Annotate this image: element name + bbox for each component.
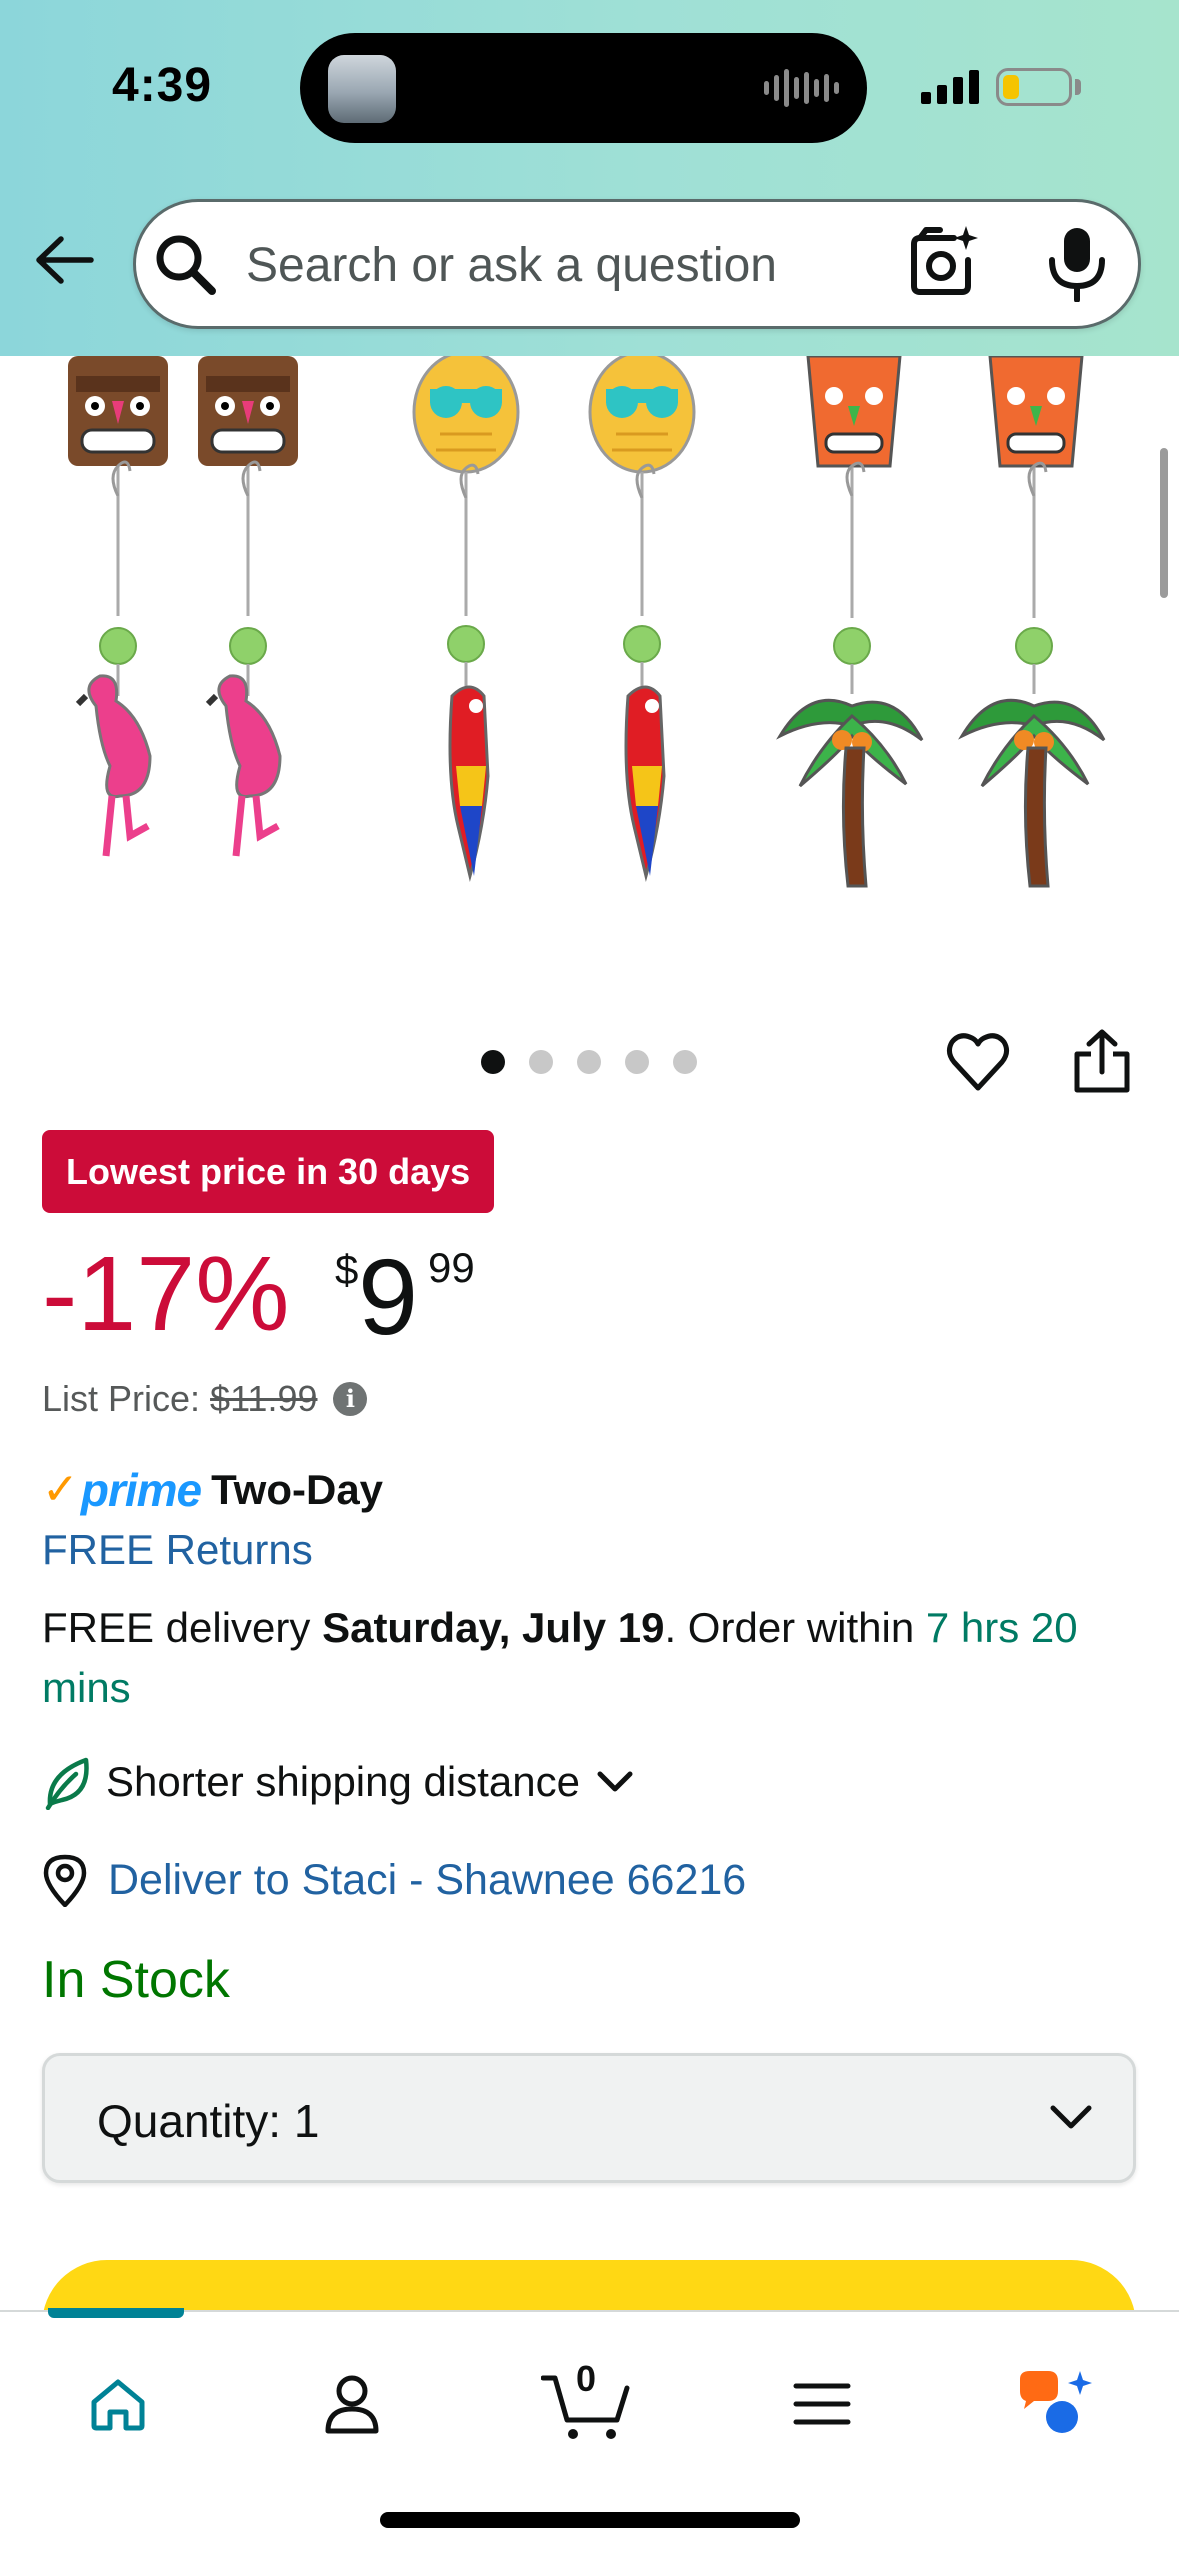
prime-speed: Two-Day bbox=[211, 1466, 384, 1513]
tiki-flamingo-earring-right bbox=[198, 356, 298, 857]
status-time: 4:39 bbox=[112, 59, 213, 112]
list-price-label: List Price: bbox=[42, 1378, 201, 1419]
list-price-row: List Price: $11.99 i bbox=[42, 1378, 368, 1420]
menu-icon bbox=[793, 2383, 851, 2425]
earrings-illustration bbox=[68, 356, 1106, 888]
page-scrollbar[interactable] bbox=[1160, 448, 1168, 598]
now-playing-thumbnail bbox=[328, 55, 396, 123]
dynamic-island bbox=[300, 33, 867, 143]
quantity-value: 1 bbox=[293, 2095, 320, 2147]
info-icon[interactable]: i bbox=[333, 1382, 368, 1416]
carousel-dot[interactable] bbox=[529, 1050, 553, 1074]
tab-menu[interactable] bbox=[772, 2354, 872, 2454]
price-fraction: 99 bbox=[428, 1244, 475, 1291]
battery-icon bbox=[996, 68, 1072, 106]
image-carousel-dots[interactable] bbox=[481, 1050, 697, 1074]
cart-count: 0 bbox=[575, 2358, 597, 2399]
list-price-value: $11.99 bbox=[210, 1378, 318, 1419]
delivery-date: Saturday, July 19 bbox=[322, 1604, 665, 1651]
free-returns-link[interactable]: FREE Returns bbox=[42, 1526, 313, 1574]
shipping-distance-toggle[interactable]: Shorter shipping distance bbox=[42, 1750, 634, 1814]
home-indicator bbox=[380, 2512, 800, 2528]
tab-home[interactable] bbox=[68, 2354, 168, 2454]
tab-rufus[interactable] bbox=[1004, 2354, 1104, 2454]
search-input[interactable] bbox=[246, 232, 866, 298]
prime-check-icon: ✓ bbox=[42, 1465, 79, 1514]
carousel-dot[interactable] bbox=[577, 1050, 601, 1074]
deal-badge: Lowest price in 30 days bbox=[42, 1130, 495, 1213]
tiki-flamingo-earring-left bbox=[68, 356, 168, 857]
share-icon[interactable] bbox=[1071, 1028, 1133, 1094]
cellular-signal-icon bbox=[921, 66, 979, 104]
location-pin-icon bbox=[43, 1854, 87, 1907]
camera-lens-icon[interactable] bbox=[908, 224, 980, 300]
pineapple-parrot-earring-left bbox=[412, 356, 520, 882]
back-button[interactable] bbox=[30, 225, 100, 295]
home-icon bbox=[91, 2379, 145, 2431]
tab-account[interactable] bbox=[302, 2354, 402, 2454]
account-icon bbox=[325, 2375, 379, 2434]
chevron-down-icon bbox=[597, 1771, 633, 1792]
tab-cart[interactable]: 0 bbox=[536, 2354, 636, 2454]
search-icon bbox=[156, 235, 216, 295]
microphone-icon[interactable] bbox=[1044, 224, 1110, 302]
delivery-message: FREE delivery Saturday, July 19. Order w… bbox=[42, 1598, 1142, 1718]
battery-tip bbox=[1075, 79, 1081, 95]
deliver-to-location[interactable]: Deliver to Staci - Shawnee 66216 bbox=[42, 1848, 746, 1912]
quantity-dropdown[interactable]: Quantity: 1 bbox=[42, 2053, 1136, 2183]
audio-waveform-icon bbox=[764, 67, 839, 109]
stock-status: In Stock bbox=[42, 1951, 230, 2009]
shipping-distance-label: Shorter shipping distance bbox=[106, 1758, 580, 1805]
rufus-ai-icon bbox=[1020, 2371, 1092, 2433]
tiki-palm-earring-left bbox=[776, 356, 924, 888]
carousel-dot[interactable] bbox=[625, 1050, 649, 1074]
product-image[interactable] bbox=[0, 356, 1179, 916]
wishlist-heart-icon[interactable] bbox=[946, 1030, 1010, 1094]
quantity-label: Quantity: 1 bbox=[97, 2095, 320, 2147]
tiki-palm-earring-right bbox=[958, 356, 1106, 888]
price-whole: 9 bbox=[358, 1236, 419, 1357]
price-currency-symbol: $ bbox=[335, 1246, 359, 1293]
prime-logo: prime bbox=[80, 1464, 202, 1516]
top-header: 4:39 bbox=[0, 0, 1179, 356]
prime-badge[interactable]: ✓ prime Two-Day bbox=[42, 1462, 383, 1518]
discount-percentage: -17% bbox=[42, 1235, 290, 1353]
carousel-dot[interactable] bbox=[481, 1050, 505, 1074]
deliver-to-label: Deliver to Staci - Shawnee 66216 bbox=[108, 1855, 747, 1904]
battery-level bbox=[1003, 75, 1019, 99]
active-tab-indicator bbox=[48, 2308, 184, 2318]
leaf-icon bbox=[45, 1757, 89, 1810]
delivery-prefix: FREE delivery bbox=[42, 1604, 323, 1651]
delivery-middle: . Order within bbox=[664, 1604, 926, 1651]
back-arrow-icon bbox=[36, 236, 94, 284]
pineapple-parrot-earring-right bbox=[588, 356, 696, 882]
chevron-down-icon bbox=[1050, 2105, 1092, 2129]
carousel-dot[interactable] bbox=[673, 1050, 697, 1074]
